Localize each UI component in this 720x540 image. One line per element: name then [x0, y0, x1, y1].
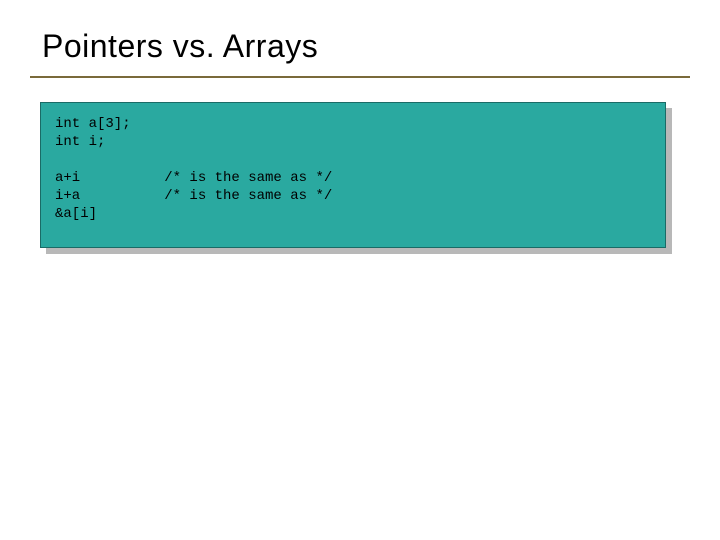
code-line-1: int a[3]; — [55, 116, 131, 132]
code-line-6: &a[i] — [55, 206, 97, 222]
code-line-2: int i; — [55, 134, 105, 150]
slide: Pointers vs. Arrays int a[3]; int i; a+i… — [0, 0, 720, 540]
title-area: Pointers vs. Arrays — [42, 28, 680, 65]
title-underline — [30, 76, 690, 78]
page-title: Pointers vs. Arrays — [42, 28, 680, 65]
code-line-4: a+i /* is the same as */ — [55, 170, 332, 186]
code-box: int a[3]; int i; a+i /* is the same as *… — [40, 102, 666, 248]
code-line-5: i+a /* is the same as */ — [55, 188, 332, 204]
